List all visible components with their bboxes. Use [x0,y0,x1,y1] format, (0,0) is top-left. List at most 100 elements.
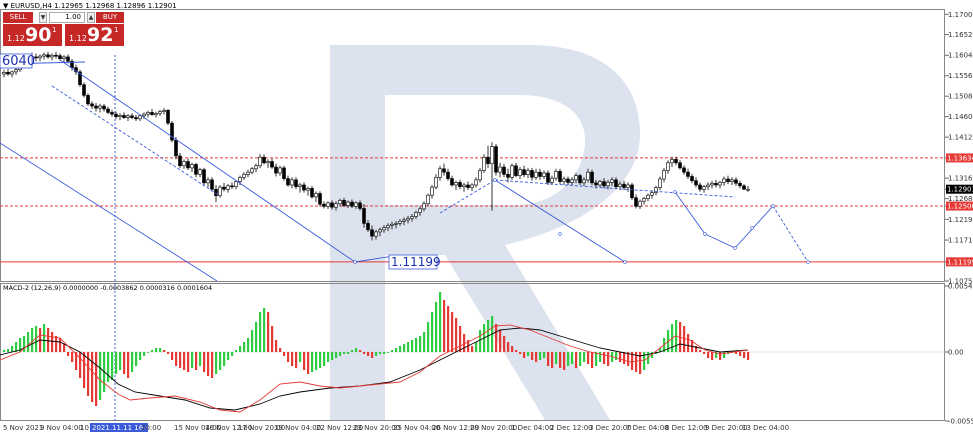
candle-body [594,182,598,186]
trend-anchor-point[interactable] [750,226,754,230]
macd-histogram-bar [435,302,438,352]
collapse-arrow-icon[interactable]: ▼ [3,2,8,10]
sell-price-box[interactable]: 1.12 90 1 [3,24,62,46]
time-tick-label: 19 Nov 04:00 [274,424,321,432]
macd-histogram-bar [559,352,562,368]
candle-body [442,168,446,173]
candle-body [538,171,542,177]
candle-body [638,200,642,207]
trend-anchor-point[interactable] [673,190,677,194]
macd-histogram-bar [499,330,502,352]
candle-body [522,169,526,176]
macd-histogram-bar [351,350,354,352]
macd-histogram-bar [623,352,626,364]
price-tick-label: 1.17000 [948,11,973,19]
macd-histogram-bar [471,346,474,352]
candle [706,182,710,191]
macd-histogram-bar [343,352,346,354]
candle [186,158,190,171]
candle [662,167,666,183]
trend-anchor-point[interactable] [623,260,627,264]
trend-anchor-point[interactable] [558,232,562,236]
volume-decrease-icon[interactable]: ▼ [39,12,47,23]
sell-price-prefix: 1.12 [7,34,25,43]
candle [730,177,734,185]
trend-anchor-point[interactable] [353,260,357,264]
candle [130,113,134,120]
candle-body [742,185,746,190]
candle [726,175,730,185]
trend-anchor-point[interactable] [771,204,775,208]
candle [626,182,630,192]
candle [294,177,298,190]
macd-histogram-bar [563,352,566,370]
macd-histogram-bar [415,338,418,352]
candle [242,172,246,180]
candle-body [198,169,202,175]
macd-histogram-bar [463,334,466,352]
price-tick-label: 1.12901 [947,186,973,194]
macd-histogram-bar [447,306,450,352]
volume-increase-icon[interactable]: ▲ [87,12,95,23]
candle-body [142,113,146,117]
macd-histogram-bar [399,346,402,352]
macd-histogram-bar [407,342,410,352]
chart-window[interactable]: 1.17000 1.16525 1.16040 1.15560 1.15080 1.146… [0,0,973,436]
price-tick-label: 1.12506 [947,203,973,211]
candle [490,142,494,211]
candle-body [466,184,470,188]
candle [94,103,98,112]
candle [82,82,86,98]
macd-histogram-bar [223,352,226,366]
candle-body [378,229,382,233]
candle-body [722,178,726,183]
price-tick-label: 1.15560 [948,72,973,80]
candle-body [502,166,506,175]
candle [522,165,526,178]
candle-body [634,197,638,207]
macd-histogram-bar [255,322,258,352]
trend-anchor-point[interactable] [703,232,707,236]
macd-header: MACD-2 (12,26,9) 0.0000000 -0.0003862 0.… [3,284,213,292]
one-click-trade-panel: SELL ▼ 1.00 ▲ BUY 1.12 90 1 1.12 92 1 [3,12,124,46]
candle-body [650,192,654,196]
trend-anchor-point[interactable] [493,178,497,182]
macd-histogram-bar [219,352,222,370]
macd-histogram-bar [371,352,374,358]
macd-histogram-bar [535,352,538,362]
macd-histogram-bar [315,352,318,370]
candle-body [734,179,738,184]
candle-body [518,169,522,176]
candle [270,158,274,169]
candle [746,185,750,192]
candle-body [102,105,106,110]
candle-body [618,183,622,187]
candle-body [478,170,482,181]
candle-body [14,69,18,73]
candle [738,180,742,189]
candle-body [706,184,710,187]
buy-button[interactable]: BUY [96,12,124,23]
sell-button[interactable]: SELL [3,12,33,23]
price-chart[interactable]: 1.17000 1.16525 1.16040 1.15560 1.15080 1.146… [0,0,973,436]
macd-histogram-bar [427,322,430,352]
candle [6,68,10,76]
candle [430,184,434,199]
candle-body [358,202,362,209]
candle-body [238,176,242,182]
candle [78,69,82,87]
trend-anchor-point[interactable] [733,246,737,250]
candle-body [82,84,86,96]
buy-price-box[interactable]: 1.12 92 1 [65,24,124,46]
trend-anchor-point[interactable] [806,260,810,264]
macd-histogram-bar [159,348,162,352]
candle-body [210,179,214,190]
volume-input[interactable]: 1.00 [49,12,85,23]
candle-body [182,161,186,167]
macd-histogram-bar [215,352,218,374]
candle [474,177,478,188]
candle-body [350,201,354,207]
candle [470,183,474,191]
candle [426,193,430,207]
candle-body [122,115,126,118]
